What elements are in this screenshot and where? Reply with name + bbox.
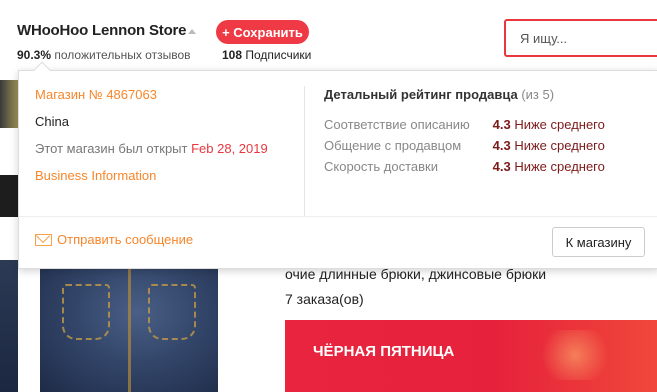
order-count: 7 заказа(ов): [285, 291, 364, 307]
feedback-percent: 90.3%: [17, 48, 52, 62]
store-number-link[interactable]: Магазин № 4867063: [35, 87, 157, 102]
black-friday-banner[interactable]: ЧЁРНАЯ ПЯТНИЦА: [285, 320, 657, 392]
promo-banner-left: [0, 80, 20, 128]
rating-title-text: Детальный рейтинг продавца: [324, 87, 518, 102]
banner-text: ЧЁРНАЯ ПЯТНИЦА: [313, 343, 455, 360]
banner-glow: [535, 330, 615, 380]
opened-date: Feb 28, 2019: [191, 141, 268, 156]
divider-horizontal: [19, 216, 657, 217]
product-image[interactable]: [40, 248, 218, 392]
rating-verdict: Ниже среднего: [514, 159, 605, 174]
store-country: China: [35, 114, 69, 129]
rating-verdict: Ниже среднего: [514, 138, 605, 153]
store-name[interactable]: WHooHoo Lennon Store: [17, 22, 187, 39]
business-info-link[interactable]: Business Information: [35, 168, 156, 183]
rating-scale: (из 5): [521, 87, 555, 102]
rating-label: Общение с продавцом: [324, 138, 462, 153]
caret-up-icon[interactable]: [188, 29, 196, 34]
rating-score: 4.3: [492, 138, 511, 153]
rating-label: Соответствие описанию: [324, 117, 470, 132]
rating-row-communication: Общение с продавцом 4.3 Ниже среднего: [324, 138, 605, 153]
rating-row-description: Соответствие описанию 4.3 Ниже среднего: [324, 117, 605, 132]
promo-banner-left-dark: [0, 175, 20, 217]
rating-label: Скорость доставки: [324, 159, 438, 174]
rating-score: 4.3: [492, 117, 511, 132]
store-opened: Этот магазин был открыт Feb 28, 2019: [35, 141, 268, 156]
subscribers-label: Подписчики: [245, 48, 312, 62]
opened-label: Этот магазин был открыт: [35, 141, 188, 156]
rating-row-shipping: Скорость доставки 4.3 Ниже среднего: [324, 159, 605, 174]
jeans-seam-detail: [128, 248, 131, 392]
divider-vertical: [304, 86, 305, 216]
envelope-icon: [35, 233, 52, 246]
rating-title: Детальный рейтинг продавца (из 5): [324, 87, 554, 102]
jeans-pocket-right: [148, 284, 196, 340]
subscribers-count: 108: [222, 48, 243, 62]
rating-score: 4.3: [492, 159, 511, 174]
subscribers: 108 Подписчики: [222, 48, 311, 62]
jeans-pocket-left: [62, 284, 110, 340]
save-store-button[interactable]: + Сохранить: [216, 20, 309, 44]
send-message-link[interactable]: Отправить сообщение: [35, 232, 193, 247]
product-thumb-left[interactable]: [0, 260, 18, 392]
rating-verdict: Ниже среднего: [514, 117, 605, 132]
store-info-popup: Магазин № 4867063 China Этот магазин был…: [18, 70, 657, 269]
feedback-label: положительных отзывов: [54, 48, 191, 62]
send-message-label: Отправить сообщение: [57, 232, 194, 247]
go-to-store-button[interactable]: К магазину: [552, 227, 645, 257]
search-input[interactable]: Я ищу...: [504, 19, 657, 57]
positive-feedback: 90.3% положительных отзывов: [17, 48, 191, 62]
search-placeholder: Я ищу...: [520, 30, 568, 46]
